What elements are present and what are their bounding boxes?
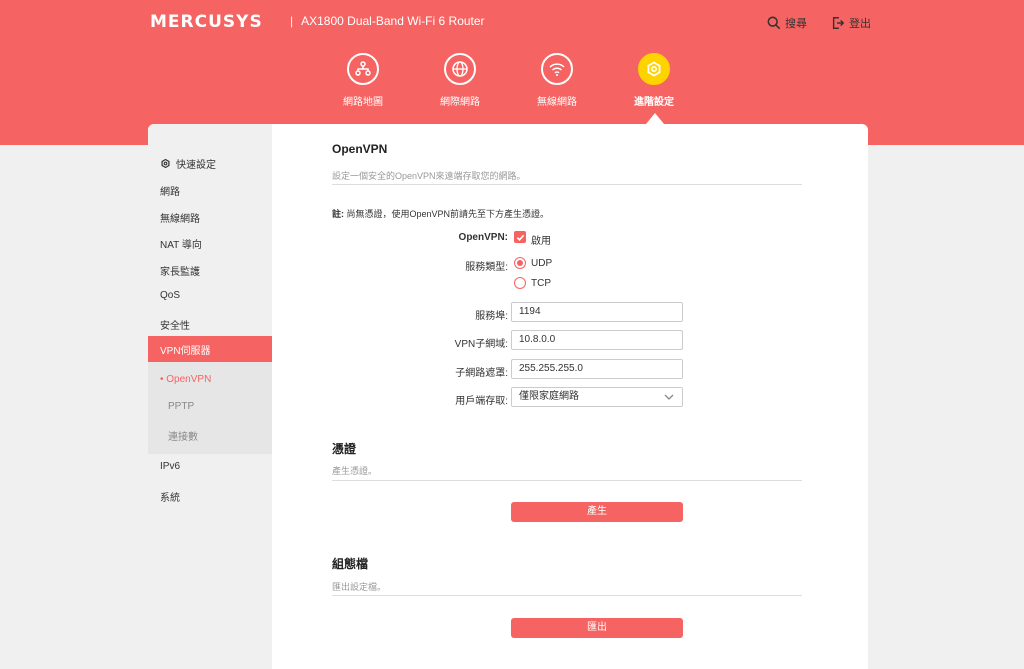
openvpn-enable-checkbox[interactable] xyxy=(514,231,526,243)
client-access-label: 用戶端存取: xyxy=(455,396,508,407)
radio-udp[interactable] xyxy=(514,257,526,269)
sidebar-item-quick-setup[interactable]: 快速設定 xyxy=(160,156,216,171)
section-desc-config: 匯出設定檔。 xyxy=(332,582,387,592)
sidebar-item-label: 網路 xyxy=(160,187,180,198)
tab-label: 無線網路 xyxy=(537,97,577,108)
sidebar-item-label: NAT 導向 xyxy=(160,240,202,251)
note-prefix: 註: xyxy=(332,209,344,219)
sidebar-item-wireless[interactable]: 無線網路 xyxy=(160,210,200,225)
note-text: 尚無憑證，使用OpenVPN前請先至下方產生憑證。 xyxy=(346,209,550,219)
tab-wireless[interactable]: 無線網路 xyxy=(509,53,605,108)
vpn-subnet-label: VPN子網域: xyxy=(454,339,508,350)
chevron-down-icon xyxy=(664,394,674,400)
wifi-icon xyxy=(549,63,565,76)
enable-option-label: 啟用 xyxy=(531,236,551,247)
client-access-select[interactable]: 僅限家庭網路 xyxy=(511,387,683,407)
service-type-label: 服務類型: xyxy=(465,262,508,273)
tab-label: 網路地圖 xyxy=(343,97,383,108)
network-map-icon xyxy=(355,61,371,76)
sidebar-item-system[interactable]: 系統 xyxy=(160,489,180,504)
section-desc-openvpn: 設定一個安全的OpenVPN來遠端存取您的網路。 xyxy=(332,171,526,181)
sidebar-subitem-label: OpenVPN xyxy=(166,374,212,385)
sidebar-item-nat[interactable]: NAT 導向 xyxy=(160,236,202,251)
header-separator: | xyxy=(290,14,294,28)
sidebar-item-label: 系統 xyxy=(160,493,180,504)
sidebar-subitem-label: PPTP xyxy=(168,401,195,412)
section-title-config: 組態檔 xyxy=(332,557,369,571)
section-title-certificate: 憑證 xyxy=(332,442,357,456)
tab-advanced[interactable]: 進階設定 xyxy=(606,53,702,108)
content-card: 快速設定 網路 無線網路 NAT 導向 家長監護 QoS 安全性 VPN伺服器 … xyxy=(148,124,868,669)
tab-label: 網際網路 xyxy=(440,97,480,108)
model-name: | AX1800 Dual-Band Wi-Fi 6 Router xyxy=(290,14,485,28)
sidebar-item-label: IPv6 xyxy=(160,461,181,472)
netmask-input[interactable]: 255.255.255.0 xyxy=(511,359,683,379)
sidebar-item-qos[interactable]: QoS xyxy=(160,290,180,301)
radio-tcp[interactable] xyxy=(514,277,526,289)
search-button[interactable]: 搜尋 xyxy=(767,15,807,31)
client-access-value: 僅限家庭網路 xyxy=(519,391,579,402)
vpn-subnet-input[interactable]: 10.8.0.0 xyxy=(511,330,683,350)
gear-icon xyxy=(161,158,170,169)
sidebar-item-parental[interactable]: 家長監護 xyxy=(160,263,200,278)
gear-icon xyxy=(647,61,661,77)
tab-label: 進階設定 xyxy=(634,97,674,108)
sidebar-item-ipv6[interactable]: IPv6 xyxy=(160,461,180,472)
search-label: 搜尋 xyxy=(785,18,807,30)
radio-udp-label: UDP xyxy=(531,258,553,269)
divider xyxy=(332,480,802,481)
sidebar-subitem-connections[interactable]: 連接數 xyxy=(168,428,198,443)
sidebar-submenu: • OpenVPN PPTP 連接數 xyxy=(148,362,272,454)
sidebar: 快速設定 網路 無線網路 NAT 導向 家長監護 QoS 安全性 VPN伺服器 … xyxy=(148,124,272,669)
section-desc-certificate: 產生憑證。 xyxy=(332,466,378,476)
export-button[interactable]: 匯出 xyxy=(511,618,683,638)
sidebar-item-label: 快速設定 xyxy=(176,160,216,171)
sidebar-item-vpn-server[interactable]: VPN伺服器 xyxy=(148,336,272,362)
section-title-openvpn: OpenVPN xyxy=(332,142,388,156)
openvpn-enable-label: OpenVPN: xyxy=(458,232,508,243)
sidebar-item-label: 無線網路 xyxy=(160,214,200,225)
search-icon xyxy=(767,16,781,30)
sidebar-item-label: 家長監護 xyxy=(160,267,200,278)
sidebar-item-label: VPN伺服器 xyxy=(160,345,211,357)
divider xyxy=(332,595,802,596)
sidebar-item-label: QoS xyxy=(160,290,181,301)
radio-selected-dot xyxy=(517,260,523,266)
sidebar-subitem-label: 連接數 xyxy=(168,432,198,443)
radio-tcp-label: TCP xyxy=(531,278,551,289)
sidebar-item-label: 安全性 xyxy=(160,321,190,332)
generate-button[interactable]: 產生 xyxy=(511,502,683,522)
tab-internet[interactable]: 網際網路 xyxy=(412,53,508,108)
check-icon xyxy=(516,234,524,241)
certificate-note: 註: 尚無憑證，使用OpenVPN前請先至下方產生憑證。 xyxy=(332,207,549,220)
model-label: AX1800 Dual-Band Wi-Fi 6 Router xyxy=(301,14,485,28)
globe-icon xyxy=(452,61,468,77)
sidebar-item-network[interactable]: 網路 xyxy=(160,183,180,198)
netmask-label: 子網路遮罩: xyxy=(455,368,508,379)
sidebar-subitem-openvpn[interactable]: • OpenVPN xyxy=(160,374,211,385)
sidebar-subitem-pptp[interactable]: PPTP xyxy=(168,401,194,412)
logout-icon xyxy=(832,17,845,29)
port-label: 服務埠: xyxy=(475,311,508,322)
port-input[interactable]: 1194 xyxy=(511,302,683,322)
divider xyxy=(332,184,802,185)
brand-logo: MERCUSYS xyxy=(150,12,263,32)
tab-network-map[interactable]: 網路地圖 xyxy=(315,53,411,108)
active-tab-pointer xyxy=(646,113,664,124)
logout-button[interactable]: 登出 xyxy=(831,15,871,31)
logout-label: 登出 xyxy=(849,18,871,30)
sidebar-item-security[interactable]: 安全性 xyxy=(160,317,190,332)
